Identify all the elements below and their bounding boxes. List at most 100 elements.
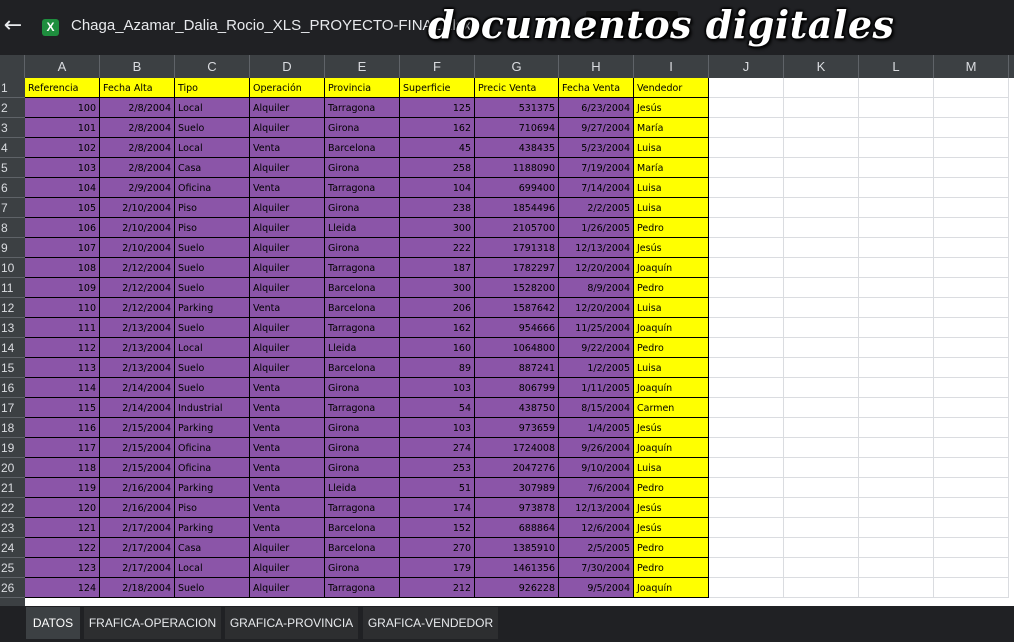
empty-cell[interactable] (784, 338, 859, 358)
empty-cell[interactable] (709, 318, 784, 338)
data-cell[interactable]: 2/13/2004 (100, 338, 175, 358)
row-number[interactable]: 4 (0, 138, 25, 158)
data-cell[interactable]: Venta (250, 438, 325, 458)
empty-cell[interactable] (784, 238, 859, 258)
data-cell[interactable]: Parking (175, 298, 250, 318)
empty-cell[interactable] (709, 398, 784, 418)
row-number[interactable]: 13 (0, 318, 25, 338)
data-cell[interactable]: 120 (25, 498, 100, 518)
spreadsheet-grid[interactable]: Referencia Fecha Alta Tipo Operación Provinc… (25, 78, 1014, 606)
empty-cell[interactable] (784, 318, 859, 338)
data-cell[interactable]: Barcelona (325, 538, 400, 558)
data-cell[interactable]: Venta (250, 478, 325, 498)
data-cell[interactable]: 125 (400, 98, 475, 118)
data-cell[interactable]: Alquiler (250, 578, 325, 598)
empty-cell[interactable] (709, 578, 784, 598)
data-cell[interactable]: 174 (400, 498, 475, 518)
empty-cell[interactable] (859, 398, 934, 418)
data-cell[interactable]: Alquiler (250, 318, 325, 338)
empty-cell[interactable] (859, 518, 934, 538)
empty-cell[interactable] (934, 498, 1009, 518)
data-cell[interactable]: Local (175, 338, 250, 358)
empty-cell[interactable] (784, 258, 859, 278)
data-cell[interactable]: Jesús (634, 498, 709, 518)
empty-cell[interactable] (709, 418, 784, 438)
data-cell[interactable]: Carmen (634, 398, 709, 418)
data-cell[interactable]: 2/12/2004 (100, 278, 175, 298)
data-cell[interactable]: Suelo (175, 278, 250, 298)
data-cell[interactable]: Tarragona (325, 318, 400, 338)
column-header-m[interactable]: M (934, 55, 1009, 78)
row-number[interactable]: 6 (0, 178, 25, 198)
header-cell[interactable]: Fecha Venta (559, 78, 634, 98)
data-cell[interactable]: Barcelona (325, 278, 400, 298)
empty-cell[interactable] (934, 98, 1009, 118)
row-number[interactable]: 15 (0, 358, 25, 378)
data-cell[interactable]: Joaquín (634, 258, 709, 278)
data-cell[interactable]: 11/25/2004 (559, 318, 634, 338)
data-cell[interactable]: 119 (25, 478, 100, 498)
data-cell[interactable]: 531375 (475, 98, 559, 118)
data-cell[interactable]: Alquiler (250, 198, 325, 218)
data-cell[interactable]: 1/2/2005 (559, 358, 634, 378)
empty-cell[interactable] (934, 258, 1009, 278)
data-cell[interactable]: 2/12/2004 (100, 258, 175, 278)
empty-cell[interactable] (784, 418, 859, 438)
data-cell[interactable]: 89 (400, 358, 475, 378)
row-number[interactable]: 23 (0, 518, 25, 538)
data-cell[interactable]: Venta (250, 378, 325, 398)
data-cell[interactable]: Girona (325, 558, 400, 578)
empty-cell[interactable] (709, 258, 784, 278)
data-cell[interactable]: 2/17/2004 (100, 558, 175, 578)
data-cell[interactable]: 806799 (475, 378, 559, 398)
data-cell[interactable]: 954666 (475, 318, 559, 338)
data-cell[interactable]: Alquiler (250, 558, 325, 578)
data-cell[interactable]: 6/23/2004 (559, 98, 634, 118)
data-cell[interactable]: Suelo (175, 318, 250, 338)
empty-cell[interactable] (784, 118, 859, 138)
data-cell[interactable]: Luisa (634, 358, 709, 378)
empty-cell[interactable] (859, 138, 934, 158)
sheet-tab-grafica-vendedor[interactable]: GRAFICA-VENDEDOR (363, 607, 498, 639)
data-cell[interactable]: 12/6/2004 (559, 518, 634, 538)
empty-cell[interactable] (934, 338, 1009, 358)
empty-cell[interactable] (784, 458, 859, 478)
data-cell[interactable]: 152 (400, 518, 475, 538)
empty-cell[interactable] (709, 298, 784, 318)
empty-cell[interactable] (934, 538, 1009, 558)
empty-cell[interactable] (859, 578, 934, 598)
empty-cell[interactable] (709, 278, 784, 298)
row-number[interactable]: 7 (0, 198, 25, 218)
data-cell[interactable]: 1528200 (475, 278, 559, 298)
data-cell[interactable]: 300 (400, 218, 475, 238)
data-cell[interactable]: 110 (25, 298, 100, 318)
empty-cell[interactable] (784, 278, 859, 298)
back-arrow-icon[interactable]: ← (2, 14, 24, 38)
data-cell[interactable]: Tarragona (325, 498, 400, 518)
data-cell[interactable]: 2/8/2004 (100, 158, 175, 178)
empty-cell[interactable] (934, 438, 1009, 458)
data-cell[interactable]: 2/9/2004 (100, 178, 175, 198)
data-cell[interactable]: 54 (400, 398, 475, 418)
data-cell[interactable]: 2/15/2004 (100, 438, 175, 458)
data-cell[interactable]: Alquiler (250, 258, 325, 278)
data-cell[interactable]: 710694 (475, 118, 559, 138)
empty-cell[interactable] (859, 378, 934, 398)
data-cell[interactable]: Alquiler (250, 238, 325, 258)
data-cell[interactable]: 2/8/2004 (100, 118, 175, 138)
data-cell[interactable]: Alquiler (250, 98, 325, 118)
empty-cell[interactable] (784, 298, 859, 318)
data-cell[interactable]: 2/2/2005 (559, 198, 634, 218)
data-cell[interactable]: 12/20/2004 (559, 258, 634, 278)
data-cell[interactable]: Alquiler (250, 218, 325, 238)
data-cell[interactable]: Alquiler (250, 278, 325, 298)
row-number[interactable]: 10 (0, 258, 25, 278)
data-cell[interactable]: 7/14/2004 (559, 178, 634, 198)
data-cell[interactable]: Oficina (175, 178, 250, 198)
data-cell[interactable]: Venta (250, 458, 325, 478)
data-cell[interactable]: 2/14/2004 (100, 398, 175, 418)
data-cell[interactable]: 2/18/2004 (100, 578, 175, 598)
data-cell[interactable]: 438750 (475, 398, 559, 418)
empty-cell[interactable] (709, 198, 784, 218)
empty-cell[interactable] (784, 98, 859, 118)
